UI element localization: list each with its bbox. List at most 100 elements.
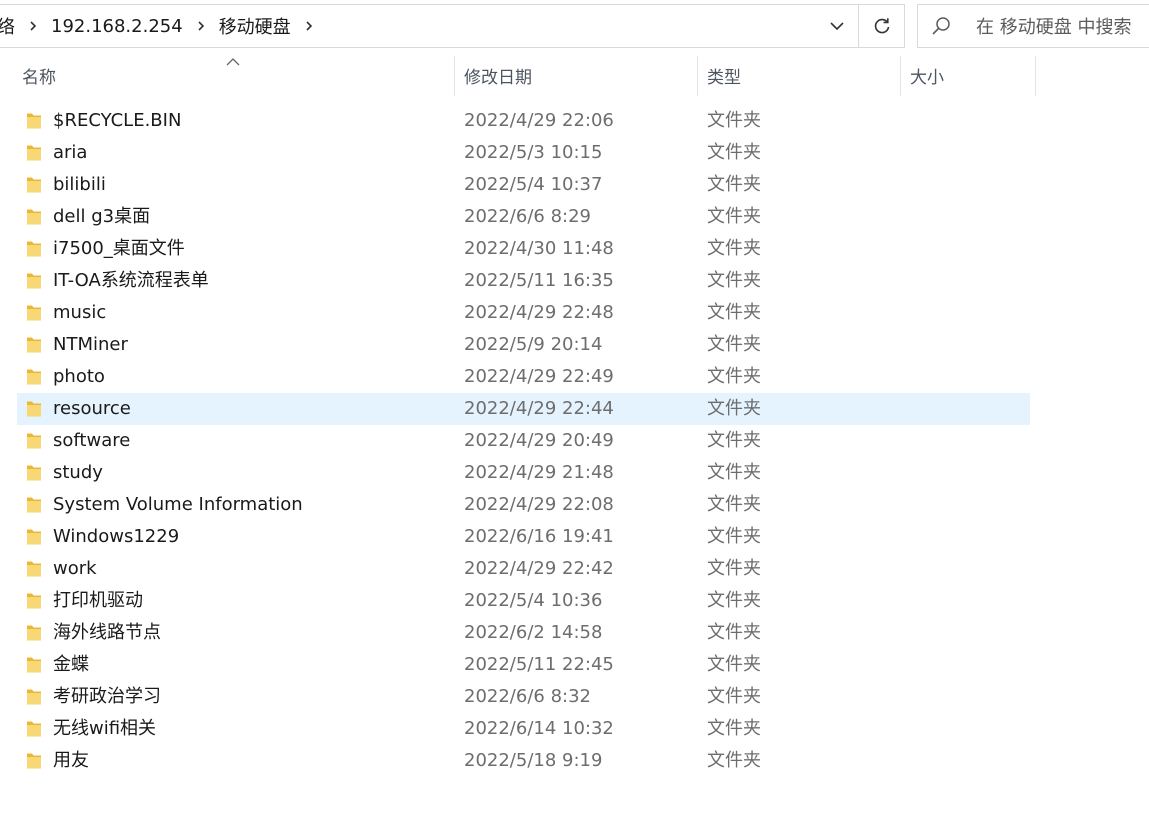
file-type: 文件夹 [707,654,761,675]
file-row[interactable]: Windows1229 2022/6/16 19:41 文件夹 [17,521,1030,553]
column-header: 名称 修改日期 类型 大小 [0,52,1149,98]
folder-icon [26,752,42,774]
file-modified: 2022/6/16 19:41 [464,526,614,547]
file-name: software [53,430,131,451]
refresh-button[interactable] [858,4,905,48]
address-bar[interactable]: 络 192.168.2.254 移动硬盘 [0,4,858,48]
file-type: 文件夹 [707,558,761,579]
file-modified: 2022/4/29 22:06 [464,110,614,131]
file-name: 打印机驱动 [53,590,143,611]
file-row[interactable]: i7500_桌面文件 2022/4/30 11:48 文件夹 [17,233,1030,265]
file-row[interactable]: System Volume Information 2022/4/29 22:08… [17,489,1030,521]
file-row[interactable]: dell g3桌面 2022/6/6 8:29 文件夹 [17,201,1030,233]
breadcrumb-network[interactable]: 络 [0,13,19,39]
file-type: 文件夹 [707,334,761,355]
folder-icon [26,592,42,614]
file-type: 文件夹 [707,686,761,707]
file-modified: 2022/4/29 21:48 [464,462,614,483]
file-row[interactable]: aria 2022/5/3 10:15 文件夹 [17,137,1030,169]
file-row[interactable]: $RECYCLE.BIN 2022/4/29 22:06 文件夹 [17,105,1030,137]
search-input[interactable]: 在 移动硬盘 中搜索 [917,4,1149,48]
column-header-modified[interactable]: 修改日期 [456,52,697,98]
file-name: 海外线路节点 [53,622,161,643]
file-row[interactable]: 海外线路节点 2022/6/2 14:58 文件夹 [17,617,1030,649]
column-divider[interactable] [1035,56,1036,96]
file-row[interactable]: study 2022/4/29 21:48 文件夹 [17,457,1030,489]
column-divider[interactable] [900,56,901,96]
file-name: System Volume Information [53,494,303,515]
file-modified: 2022/5/4 10:37 [464,174,603,195]
file-row[interactable]: 无线wifi相关 2022/6/14 10:32 文件夹 [17,713,1030,745]
file-modified: 2022/4/29 22:49 [464,366,614,387]
refresh-icon [874,18,889,34]
folder-icon [26,624,42,646]
file-name: $RECYCLE.BIN [53,110,182,131]
file-type: 文件夹 [707,462,761,483]
file-row[interactable]: IT-OA系统流程表单 2022/5/11 16:35 文件夹 [17,265,1030,297]
file-type: 文件夹 [707,238,761,259]
folder-icon [26,496,42,518]
file-row[interactable]: music 2022/4/29 22:48 文件夹 [17,297,1030,329]
file-modified: 2022/4/29 22:08 [464,494,614,515]
file-name: NTMiner [53,334,128,355]
file-name: IT-OA系统流程表单 [53,270,209,291]
column-header-label: 类型 [707,67,741,88]
file-name: study [53,462,103,483]
file-name: Windows1229 [53,526,180,547]
file-name: aria [53,142,88,163]
file-row[interactable]: NTMiner 2022/5/9 20:14 文件夹 [17,329,1030,361]
file-name: bilibili [53,174,106,195]
breadcrumb-host[interactable]: 192.168.2.254 [47,16,187,37]
address-history-dropdown[interactable] [815,4,859,48]
breadcrumb-label: 移动硬盘 [218,17,291,38]
column-divider[interactable] [454,56,455,96]
file-name: 考研政治学习 [53,686,161,707]
toolbar: 络 192.168.2.254 移动硬盘 在 移动硬盘 中搜索 [0,0,1149,50]
folder-icon [26,304,42,326]
file-type: 文件夹 [707,590,761,611]
folder-icon [26,368,42,390]
file-row[interactable]: 用友 2022/5/18 9:19 文件夹 [17,745,1030,777]
file-type: 文件夹 [707,142,761,163]
search-icon [918,15,964,37]
file-type: 文件夹 [707,174,761,195]
column-header-size[interactable]: 大小 [902,52,1035,98]
file-modified: 2022/5/11 22:45 [464,654,614,675]
chevron-right-icon[interactable] [191,16,211,36]
folder-icon [26,208,42,230]
column-header-type[interactable]: 类型 [699,52,900,98]
column-divider[interactable] [697,56,698,96]
column-header-label: 修改日期 [464,67,532,88]
folder-icon [26,144,42,166]
file-row[interactable]: software 2022/4/29 20:49 文件夹 [17,425,1030,457]
breadcrumb-label: 络 [0,17,15,38]
file-modified: 2022/4/29 22:44 [464,398,614,419]
file-name: photo [53,366,105,387]
file-type: 文件夹 [707,110,761,131]
folder-icon [26,464,42,486]
column-header-label: 名称 [22,67,56,88]
file-row[interactable]: photo 2022/4/29 22:49 文件夹 [17,361,1030,393]
file-type: 文件夹 [707,750,761,771]
file-row[interactable]: bilibili 2022/5/4 10:37 文件夹 [17,169,1030,201]
column-header-name[interactable]: 名称 [14,52,454,98]
file-row[interactable]: 考研政治学习 2022/6/6 8:32 文件夹 [17,681,1030,713]
file-type: 文件夹 [707,430,761,451]
breadcrumb-label: 192.168.2.254 [51,15,183,37]
breadcrumb-drive[interactable]: 移动硬盘 [215,13,295,39]
file-row[interactable]: 金蝶 2022/5/11 22:45 文件夹 [17,649,1030,681]
file-modified: 2022/4/29 22:42 [464,558,614,579]
file-row[interactable]: 打印机驱动 2022/5/4 10:36 文件夹 [17,585,1030,617]
file-name: 金蝶 [53,654,89,675]
folder-icon [26,688,42,710]
file-name: work [53,558,97,579]
chevron-right-icon[interactable] [299,16,319,36]
file-modified: 2022/5/4 10:36 [464,590,603,611]
folder-icon [26,528,42,550]
file-row[interactable]: work 2022/4/29 22:42 文件夹 [17,553,1030,585]
folder-icon [26,720,42,742]
file-row[interactable]: resource 2022/4/29 22:44 文件夹 [17,393,1030,425]
folder-icon [26,560,42,582]
chevron-right-icon[interactable] [23,16,43,36]
file-type: 文件夹 [707,622,761,643]
